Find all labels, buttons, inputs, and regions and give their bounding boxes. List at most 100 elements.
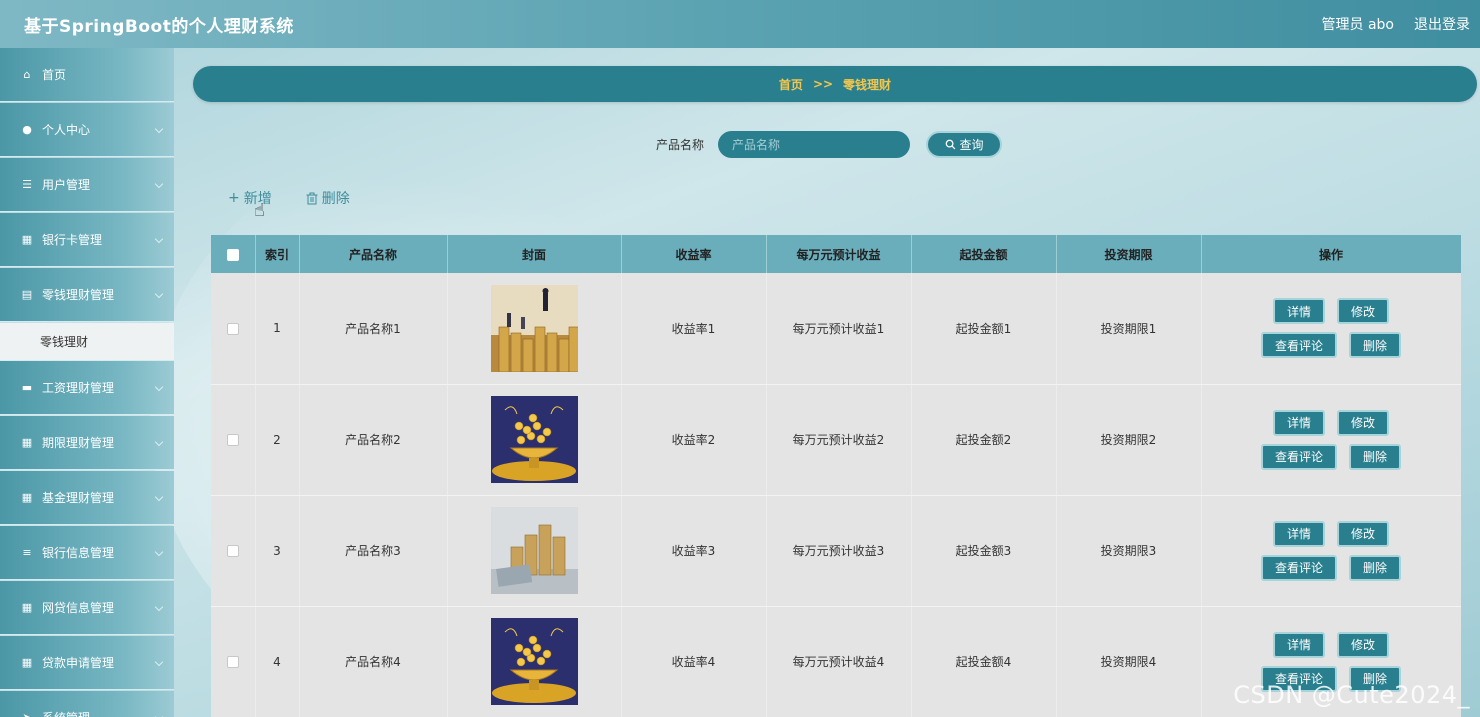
table-row: 1 产品名称1 收益率1 每万元预计收益1 起投金额1 投资期限1 详情 修改 查看评论 删除 <box>211 273 1461 385</box>
breadcrumb-separator: >> <box>812 77 834 91</box>
sidebar-item-1[interactable]: ● 个人中心 <box>0 103 174 157</box>
sidebar-item-7[interactable]: ▦ 期限理财管理 <box>0 416 174 470</box>
edit-button[interactable]: 修改 <box>1337 520 1389 547</box>
row-checkbox[interactable] <box>226 322 239 335</box>
grid-icon: ▦ <box>21 601 33 614</box>
sidebar-item-label: 网贷信息管理 <box>42 601 115 615</box>
cell-actions: 详情 修改 查看评论 删除 <box>1201 384 1461 496</box>
hand-cursor-icon: ☝ <box>254 200 265 221</box>
cell-term: 投资期限1 <box>1056 273 1202 385</box>
edit-button[interactable]: 修改 <box>1337 409 1389 436</box>
sidebar-item-0[interactable]: ⌂ 首页 <box>0 48 174 102</box>
sidebar-item-label: 期限理财管理 <box>42 436 115 450</box>
cover-image <box>490 507 578 594</box>
edit-button[interactable]: 修改 <box>1337 298 1389 325</box>
row-delete-button[interactable]: 删除 <box>1349 332 1401 359</box>
search-label: 产品名称 <box>656 138 705 152</box>
cell-product-name: 产品名称4 <box>299 606 448 717</box>
sidebar-item-label: 银行卡管理 <box>42 233 103 247</box>
header-index: 索引 <box>255 235 300 273</box>
sidebar-subitem-5[interactable]: 零钱理财 <box>0 323 174 361</box>
view-comments-button[interactable]: 查看评论 <box>1261 443 1337 470</box>
cell-per10k: 每万元预计收益3 <box>766 495 912 607</box>
sidebar-item-label: 个人中心 <box>42 123 91 137</box>
detail-button[interactable]: 详情 <box>1273 631 1325 658</box>
cell-per10k: 每万元预计收益4 <box>766 606 912 717</box>
row-checkbox[interactable] <box>226 434 239 446</box>
sidebar-item-8[interactable]: ▦ 基金理财管理 <box>0 471 174 525</box>
chevron-down-icon <box>154 492 164 501</box>
chevron-down-icon <box>154 657 164 666</box>
cell-per10k: 每万元预计收益2 <box>766 384 912 496</box>
row-select <box>211 273 256 385</box>
breadcrumb-home[interactable]: 首页 <box>779 76 803 93</box>
cell-term: 投资期限4 <box>1056 606 1202 717</box>
cell-actions: 详情 修改 查看评论 删除 <box>1201 273 1461 385</box>
chevron-down-icon <box>154 179 164 188</box>
header-select-all[interactable] <box>211 235 256 273</box>
cell-index: 3 <box>255 495 300 607</box>
top-header: 基于SpringBoot的个人理财系统 管理员 abo 退出登录 <box>0 0 1480 48</box>
row-delete-button[interactable]: 删除 <box>1349 554 1401 581</box>
plus-icon: + <box>228 190 240 206</box>
user-icon: ● <box>22 123 32 136</box>
chevron-down-icon <box>154 602 164 611</box>
row-checkbox[interactable] <box>226 545 239 557</box>
row-select <box>211 384 256 496</box>
cell-product-name: 产品名称2 <box>299 384 448 496</box>
cell-index: 1 <box>255 273 300 385</box>
delete-button[interactable]: 删除 <box>306 188 350 208</box>
chevron-down-icon <box>154 712 164 717</box>
cell-min-amount: 起投金额2 <box>911 384 1057 496</box>
view-comments-button[interactable]: 查看评论 <box>1261 332 1337 359</box>
cell-cover <box>447 495 622 607</box>
cell-rate: 收益率4 <box>621 606 767 717</box>
user-label[interactable]: 管理员 abo <box>1322 14 1394 34</box>
sidebar-item-label: 系统管理 <box>42 709 90 717</box>
sidebar-item-label: 用户管理 <box>42 178 91 192</box>
detail-button[interactable]: 详情 <box>1273 520 1325 547</box>
sidebar-item-12[interactable]: ➤ 系统管理 <box>0 691 174 717</box>
sidebar-item-4[interactable]: ▤ 零钱理财管理 <box>0 268 174 322</box>
header-cover: 封面 <box>447 235 622 273</box>
cover-image <box>490 284 578 372</box>
sidebar-subitem-label: 零钱理财 <box>40 335 89 349</box>
sidebar-item-label: 工资理财管理 <box>42 381 115 395</box>
table-header-row: 索引 产品名称 封面 收益率 每万元预计收益 起投金额 投资期限 操作 <box>211 235 1461 273</box>
list-icon: ≡ <box>22 546 32 559</box>
sidebar-item-11[interactable]: ▦ 贷款申请管理 <box>0 636 174 690</box>
sidebar-item-label: 贷款申请管理 <box>42 656 115 670</box>
detail-button[interactable]: 详情 <box>1273 298 1325 325</box>
breadcrumb: 首页 >> 零钱理财 <box>193 66 1477 102</box>
cell-cover <box>447 606 622 717</box>
select-all-checkbox[interactable] <box>226 248 239 261</box>
row-delete-button[interactable]: 删除 <box>1349 443 1401 470</box>
view-comments-button[interactable]: 查看评论 <box>1261 554 1337 581</box>
logout-link[interactable]: 退出登录 <box>1414 14 1470 34</box>
search-button[interactable]: 查询 <box>926 131 1003 158</box>
grid-icon: ▦ <box>21 656 33 669</box>
cover-image <box>490 618 578 705</box>
cell-min-amount: 起投金额3 <box>911 495 1057 607</box>
header-term: 投资期限 <box>1056 235 1202 273</box>
data-table: 索引 产品名称 封面 收益率 每万元预计收益 起投金额 投资期限 操作 1 产品名… <box>211 235 1461 717</box>
cell-product-name: 产品名称3 <box>299 495 448 607</box>
header-rate: 收益率 <box>621 235 767 273</box>
send-icon: ➤ <box>20 711 34 717</box>
header-per10k: 每万元预计收益 <box>766 235 912 273</box>
edit-button[interactable]: 修改 <box>1337 631 1389 658</box>
add-button[interactable]: + 新增 <box>228 188 272 208</box>
cell-rate: 收益率2 <box>621 384 767 496</box>
header-min-amount: 起投金额 <box>911 235 1057 273</box>
sidebar-item-label: 首页 <box>42 68 67 82</box>
sidebar-item-9[interactable]: ≡ 银行信息管理 <box>0 526 174 580</box>
row-checkbox[interactable] <box>226 656 239 668</box>
sidebar-item-10[interactable]: ▦ 网贷信息管理 <box>0 581 174 635</box>
sidebar-item-6[interactable]: ▬ 工资理财管理 <box>0 361 174 415</box>
search-input[interactable] <box>718 131 911 158</box>
detail-button[interactable]: 详情 <box>1273 409 1325 436</box>
sidebar-item-3[interactable]: ▦ 银行卡管理 <box>0 213 174 267</box>
sidebar-item-2[interactable]: ☰ 用户管理 <box>0 158 174 212</box>
search-icon <box>945 139 955 150</box>
table-row: 3 产品名称3 收益率3 每万元预计收益3 起投金额3 投资期限3 详情 修改 查看评论 删除 <box>211 495 1461 607</box>
